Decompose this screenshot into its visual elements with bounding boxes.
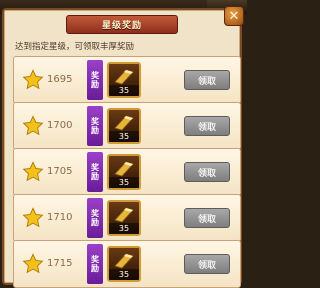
reward-row: 1715 奖励 35 领取	[13, 240, 241, 288]
item-quantity: 35	[109, 269, 139, 280]
reward-item[interactable]: 35	[107, 108, 141, 144]
reward-item[interactable]: 35	[107, 154, 141, 190]
claim-button[interactable]: 领取	[184, 254, 230, 274]
item-quantity: 35	[109, 85, 139, 96]
reward-row: 1710 奖励 35 领取	[13, 194, 241, 242]
star-level: 1705	[47, 166, 73, 177]
claim-button[interactable]: 领取	[184, 208, 230, 228]
reward-item[interactable]: 35	[107, 200, 141, 236]
gold-scroll-icon	[114, 253, 134, 269]
gold-scroll-icon	[114, 115, 134, 131]
dialog-title: 星级奖励	[66, 15, 178, 34]
item-quantity: 35	[109, 223, 139, 234]
reward-row: 1700 奖励 35 领取	[13, 102, 241, 150]
star-level: 1695	[47, 74, 73, 85]
star-level: 1710	[47, 212, 73, 223]
star-icon	[22, 253, 44, 274]
star-level: 1715	[47, 258, 73, 269]
claim-button[interactable]: 领取	[184, 70, 230, 90]
intro-text: 达到指定星级，可领取丰厚奖励	[15, 42, 135, 52]
reward-tag: 奖励	[87, 60, 103, 100]
star-reward-dialog: 星级奖励 达到指定星级，可领取丰厚奖励 1695 奖励 35 领取 1700 奖…	[2, 8, 242, 288]
claim-button[interactable]: 领取	[184, 116, 230, 136]
item-quantity: 35	[109, 177, 139, 188]
gold-scroll-icon	[114, 207, 134, 223]
reward-tag: 奖励	[87, 152, 103, 192]
star-icon	[22, 115, 44, 136]
reward-item[interactable]: 35	[107, 246, 141, 282]
reward-tag: 奖励	[87, 106, 103, 146]
reward-row: 1695 奖励 35 领取	[13, 56, 241, 104]
gold-scroll-icon	[114, 69, 134, 85]
item-quantity: 35	[109, 131, 139, 142]
claim-button[interactable]: 领取	[184, 162, 230, 182]
gold-scroll-icon	[114, 161, 134, 177]
star-icon	[22, 207, 44, 228]
close-button[interactable]: ✕	[224, 6, 244, 26]
reward-tag: 奖励	[87, 244, 103, 284]
reward-item[interactable]: 35	[107, 62, 141, 98]
reward-row: 1705 奖励 35 领取	[13, 148, 241, 196]
reward-tag: 奖励	[87, 198, 103, 238]
star-icon	[22, 161, 44, 182]
star-icon	[22, 69, 44, 90]
star-level: 1700	[47, 120, 73, 131]
close-icon: ✕	[228, 8, 240, 24]
